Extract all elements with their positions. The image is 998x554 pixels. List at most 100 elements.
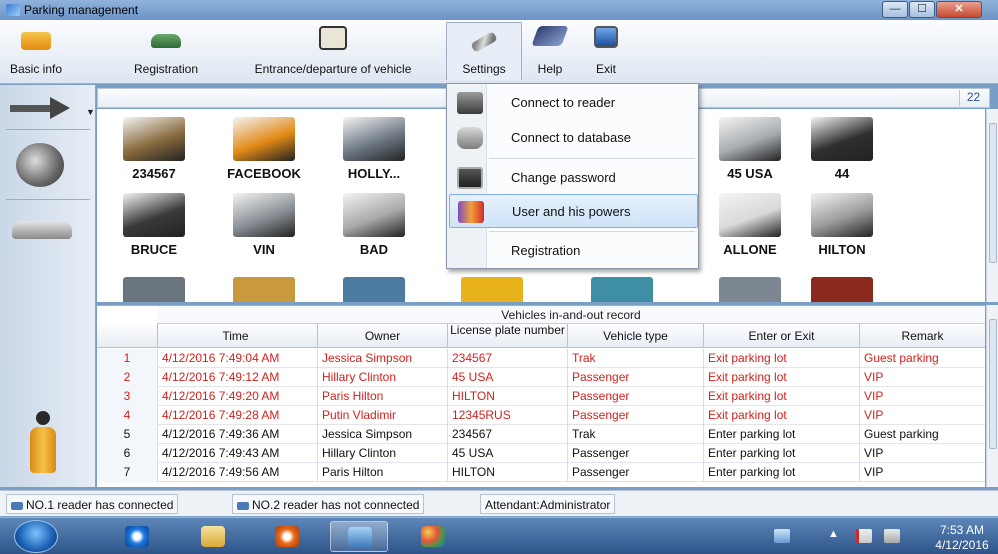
- vehicle-photo: [233, 193, 295, 237]
- column-header-time[interactable]: Time: [157, 324, 313, 348]
- vehicle-tile[interactable]: VIN: [209, 193, 319, 265]
- pen-icon[interactable]: [774, 529, 790, 543]
- table-scrollbar[interactable]: [986, 305, 998, 487]
- minimize-button[interactable]: —: [882, 1, 908, 18]
- vehicle-tile[interactable]: [567, 277, 677, 302]
- taskbar-ie[interactable]: [108, 521, 166, 552]
- cell-enter-exit: Exit parking lot: [703, 387, 859, 406]
- table-row[interactable]: 5 4/12/2016 7:49:36 AM Jessica Simpson 2…: [97, 425, 985, 444]
- vehicle-photo: [811, 117, 873, 161]
- taskbar-explorer[interactable]: [184, 521, 242, 552]
- reader1-status-text: NO.1 reader has connected: [26, 498, 174, 512]
- taskbar-parking[interactable]: [330, 521, 388, 552]
- left-divider: [6, 129, 90, 130]
- cell-remark: Guest parking: [859, 425, 985, 444]
- cell-type: Trak: [567, 425, 703, 444]
- menu-item-change-password[interactable]: Change password: [449, 161, 698, 195]
- settings-button[interactable]: Settings: [446, 22, 522, 80]
- dropdown-caret-icon: ▼: [86, 107, 95, 117]
- cell-time: 4/12/2016 7:49:20 AM: [157, 387, 317, 406]
- show-hidden-icons[interactable]: ▲: [828, 528, 839, 540]
- vehicle-tile[interactable]: 44: [787, 117, 897, 189]
- registration-button[interactable]: Registration: [120, 22, 212, 80]
- vehicle-photo: [343, 277, 405, 302]
- column-header-type[interactable]: Vehicle type: [567, 324, 703, 348]
- gallery-scroll-thumb[interactable]: [989, 123, 997, 263]
- table-row[interactable]: 6 4/12/2016 7:49:43 AM Hillary Clinton 4…: [97, 444, 985, 463]
- vehicle-tile[interactable]: BRUCE: [99, 193, 209, 265]
- network-icon[interactable]: [884, 529, 900, 543]
- gallery-scrollbar[interactable]: [986, 109, 998, 302]
- table-row[interactable]: 1 4/12/2016 7:49:04 AM Jessica Simpson 2…: [97, 349, 985, 368]
- row-number: 4: [97, 406, 157, 425]
- table-scroll-thumb[interactable]: [989, 319, 997, 449]
- cell-time: 4/12/2016 7:49:12 AM: [157, 368, 317, 387]
- limousine-icon[interactable]: [12, 221, 72, 239]
- cell-plate: 12345RUS: [447, 406, 567, 425]
- table-row[interactable]: 2 4/12/2016 7:49:12 AM Hillary Clinton 4…: [97, 368, 985, 387]
- vehicle-tile[interactable]: HOLLY...: [319, 117, 429, 189]
- vehicle-tile[interactable]: [437, 277, 547, 302]
- table-row[interactable]: 3 4/12/2016 7:49:20 AM Paris Hilton HILT…: [97, 387, 985, 406]
- vehicle-tile[interactable]: BAD: [319, 193, 429, 265]
- cell-remark: Guest parking: [859, 349, 985, 368]
- close-button[interactable]: ✕: [936, 1, 982, 18]
- book-icon: [531, 26, 569, 46]
- exit-button[interactable]: Exit: [584, 22, 628, 80]
- vehicle-tile[interactable]: [787, 277, 897, 302]
- vehicle-photo: [591, 277, 653, 302]
- vehicle-tile[interactable]: [319, 277, 429, 302]
- vehicle-tile[interactable]: [209, 277, 319, 302]
- table-row[interactable]: 4 4/12/2016 7:49:28 AM Putin Vladimir 12…: [97, 406, 985, 425]
- vehicle-photo: [233, 277, 295, 302]
- cell-type: Passenger: [567, 368, 703, 387]
- menu-item-connect-database[interactable]: Connect to database: [449, 121, 698, 155]
- vehicle-tile[interactable]: 234567: [99, 117, 209, 189]
- direction-arrow-button[interactable]: ▼: [10, 97, 95, 119]
- reader2-status-text: NO.2 reader has not connected: [252, 498, 420, 512]
- column-header-plate[interactable]: License plate number: [447, 324, 567, 348]
- help-button[interactable]: Help: [528, 22, 572, 80]
- vehicle-photo: [233, 117, 295, 161]
- settings-menu: Connect to reader Connect to database Ch…: [446, 83, 699, 269]
- column-header-remark[interactable]: Remark: [859, 324, 985, 348]
- row-number: 6: [97, 444, 157, 463]
- row-number: 5: [97, 425, 157, 444]
- basic-info-button[interactable]: Basic info: [2, 22, 70, 80]
- table-row[interactable]: 7 4/12/2016 7:49:56 AM Paris Hilton HILT…: [97, 463, 985, 482]
- start-button[interactable]: [14, 520, 58, 553]
- taskbar-paint[interactable]: [404, 521, 462, 552]
- vehicle-tile[interactable]: FACEBOOK: [209, 117, 319, 189]
- clock-date[interactable]: 4/12/2016: [930, 538, 994, 552]
- menu-item-connect-reader[interactable]: Connect to reader: [449, 86, 698, 120]
- cell-time: 4/12/2016 7:49:04 AM: [157, 349, 317, 368]
- cell-type: Passenger: [567, 387, 703, 406]
- vehicle-tile[interactable]: HILTON: [787, 193, 897, 265]
- taskbar-media[interactable]: [258, 521, 316, 552]
- cell-remark: VIP: [859, 444, 985, 463]
- person-body: [30, 427, 56, 473]
- cell-enter-exit: Enter parking lot: [703, 444, 859, 463]
- wrench-icon: [470, 31, 498, 53]
- menu-separator: [489, 231, 695, 232]
- speaker-icon[interactable]: [16, 143, 64, 187]
- menu-item-registration[interactable]: Registration: [449, 234, 698, 268]
- menu-item-user-powers[interactable]: User and his powers: [449, 194, 698, 228]
- clock-time[interactable]: 7:53 AM: [930, 523, 994, 537]
- reader-status-icon: [11, 501, 23, 510]
- registration-label: Registration: [133, 62, 199, 76]
- table-header: Time Owner License plate number Vehicle …: [97, 324, 985, 348]
- action-center-icon[interactable]: [856, 529, 872, 543]
- person-icon[interactable]: [28, 411, 58, 475]
- maximize-button[interactable]: ☐: [909, 1, 935, 18]
- column-header-enter-exit[interactable]: Enter or Exit: [703, 324, 859, 348]
- entrance-departure-button[interactable]: Entrance/departure of vehicle: [228, 22, 438, 80]
- reader-status-icon: [237, 501, 249, 510]
- row-number: 1: [97, 349, 157, 368]
- vehicle-name: BAD: [359, 242, 389, 257]
- cell-owner: Jessica Simpson: [317, 349, 447, 368]
- table-body: 1 4/12/2016 7:49:04 AM Jessica Simpson 2…: [97, 349, 985, 482]
- column-header-owner[interactable]: Owner: [317, 324, 447, 348]
- vehicle-tile[interactable]: [99, 277, 209, 302]
- menu-item-label: Connect to reader: [511, 95, 616, 110]
